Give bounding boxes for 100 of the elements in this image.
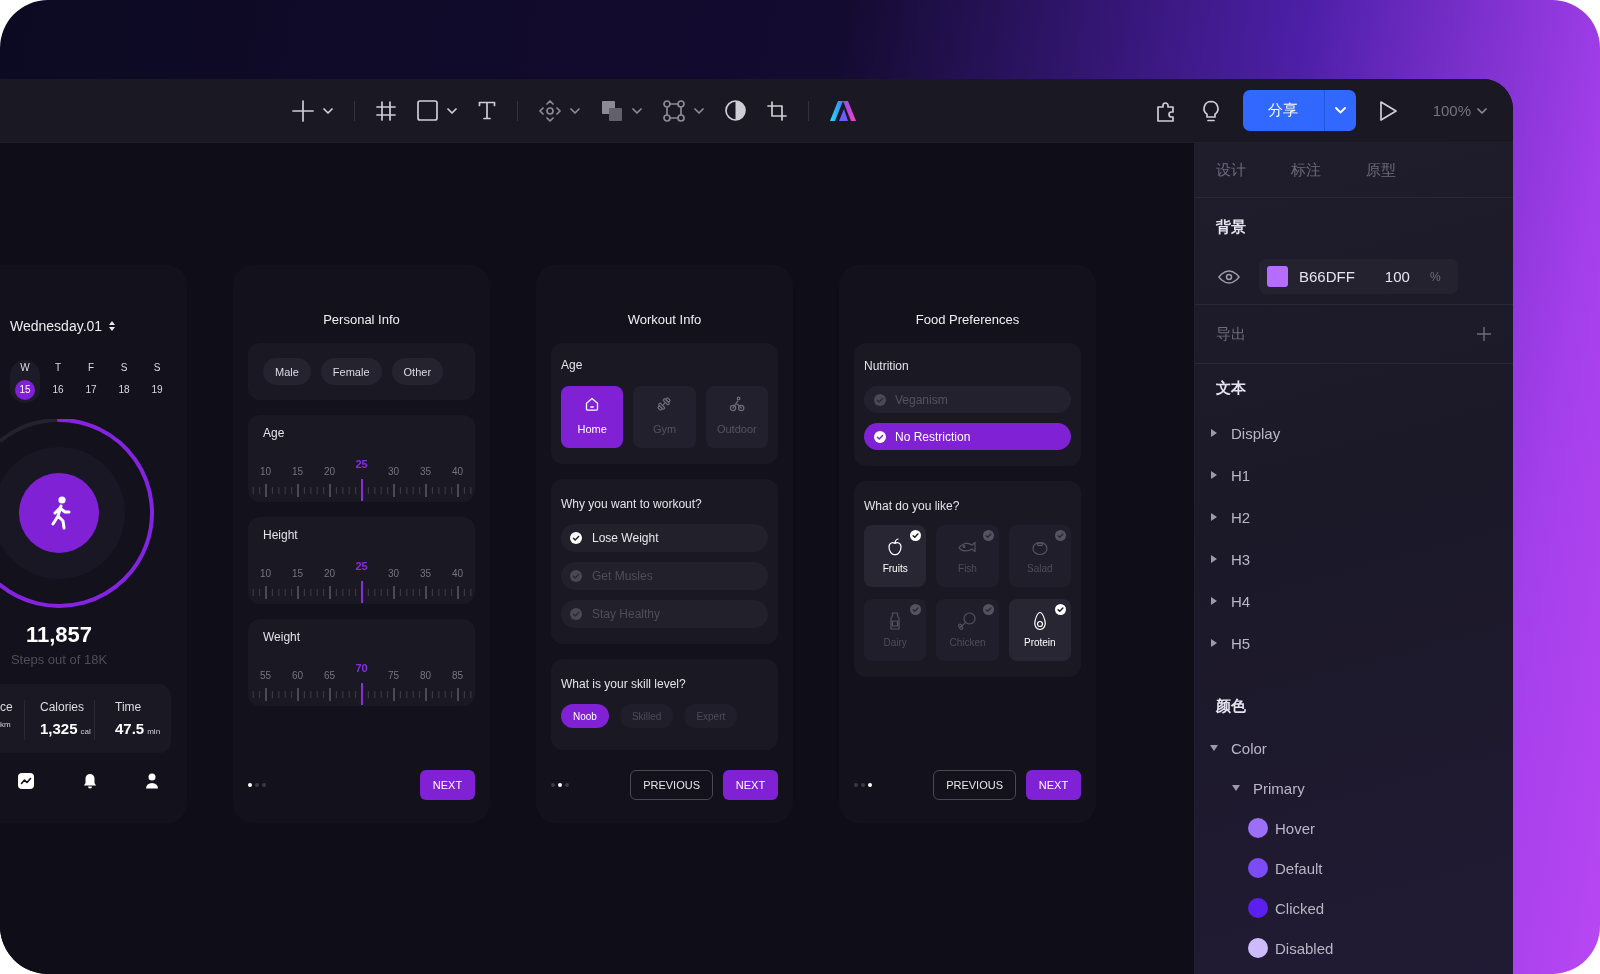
date-number[interactable]: 18 xyxy=(114,380,134,400)
play-icon[interactable] xyxy=(1377,99,1398,122)
share-dropdown-button[interactable] xyxy=(1323,90,1356,131)
lightbulb-icon[interactable] xyxy=(1200,99,1221,122)
selected-day-pill[interactable]: W 15 xyxy=(10,360,40,403)
eye-icon[interactable] xyxy=(1218,269,1240,284)
gender-option[interactable]: Female xyxy=(320,358,382,385)
zoom-dropdown[interactable]: 100% xyxy=(1432,102,1487,119)
tree-item[interactable]: Disabled xyxy=(1195,928,1513,968)
ring-track xyxy=(0,419,59,443)
nutrition-option[interactable]: No Restriction xyxy=(864,423,1071,450)
tree-item[interactable]: H3 xyxy=(1195,538,1513,580)
caret-icon[interactable] xyxy=(323,107,333,114)
ruler-value[interactable]: 35 xyxy=(409,567,442,581)
next-button[interactable]: NEXT xyxy=(723,770,778,800)
goal-option[interactable]: Lose Weight xyxy=(561,524,768,552)
previous-button[interactable]: PREVIOUS xyxy=(630,770,713,800)
caret-down-icon[interactable] xyxy=(1210,745,1218,751)
ruler-value[interactable]: 20 xyxy=(313,567,346,581)
date-number[interactable]: 15 xyxy=(15,380,35,400)
tree-item[interactable]: Color xyxy=(1195,728,1513,768)
caret-icon[interactable] xyxy=(694,107,704,114)
caret-right-icon[interactable] xyxy=(1211,597,1217,605)
next-button[interactable]: NEXT xyxy=(1026,770,1081,800)
ruler-value[interactable]: 35 xyxy=(409,465,442,479)
ruler-value[interactable]: 10 xyxy=(249,567,282,581)
next-button[interactable]: NEXT xyxy=(420,770,475,800)
caret-icon[interactable] xyxy=(570,107,580,114)
ruler-value[interactable]: 70 xyxy=(345,661,378,683)
ruler-value[interactable]: 55 xyxy=(249,669,282,683)
ruler-value[interactable]: 40 xyxy=(441,465,474,479)
ruler-value[interactable]: 15 xyxy=(281,465,314,479)
ruler-value[interactable]: 40 xyxy=(441,567,474,581)
panel-tab[interactable]: 标注 xyxy=(1291,160,1321,180)
tree-item[interactable]: Primary xyxy=(1195,768,1513,808)
date-number[interactable]: 19 xyxy=(147,380,167,400)
person-icon[interactable] xyxy=(146,773,158,789)
caret-right-icon[interactable] xyxy=(1211,639,1217,647)
ruler-value[interactable]: 10 xyxy=(249,465,282,479)
text-tool-icon[interactable] xyxy=(478,101,496,120)
overlapping-squares-icon[interactable] xyxy=(601,99,623,122)
contrast-icon[interactable] xyxy=(725,100,746,121)
stat-unit: min xyxy=(147,727,161,736)
move-icon[interactable] xyxy=(539,99,561,122)
chart-icon[interactable] xyxy=(18,773,34,789)
date-number[interactable]: 17 xyxy=(81,380,101,400)
stat-label: Time xyxy=(115,700,142,714)
check-badge-icon xyxy=(910,530,922,541)
caret-icon[interactable] xyxy=(447,107,457,114)
gender-option[interactable]: Male xyxy=(263,358,311,385)
tree-item[interactable]: H4 xyxy=(1195,580,1513,622)
tree-item[interactable]: Clicked xyxy=(1195,888,1513,928)
tree-item[interactable]: H1 xyxy=(1195,454,1513,496)
ruler-value[interactable]: 25 xyxy=(345,559,378,581)
tree-item[interactable]: H2 xyxy=(1195,496,1513,538)
crop-icon[interactable] xyxy=(767,100,787,121)
ruler-value[interactable]: 20 xyxy=(313,465,346,479)
caret-right-icon[interactable] xyxy=(1211,555,1217,563)
ruler-value[interactable]: 60 xyxy=(281,669,314,683)
place-option[interactable]: Home xyxy=(561,386,624,448)
frame-icon[interactable] xyxy=(376,100,396,121)
caret-right-icon[interactable] xyxy=(1211,471,1217,479)
tree-item[interactable]: H5 xyxy=(1195,622,1513,664)
tree-item[interactable]: Hover xyxy=(1195,808,1513,848)
food-option[interactable]: Fruits xyxy=(864,525,927,587)
value-indicator[interactable] xyxy=(360,581,363,603)
drumstick-icon xyxy=(957,611,978,631)
ruler-value[interactable]: 80 xyxy=(409,669,442,683)
value-indicator[interactable] xyxy=(360,479,363,501)
caret-right-icon[interactable] xyxy=(1211,429,1217,437)
ruler-value[interactable]: 30 xyxy=(377,567,410,581)
date-number[interactable]: 16 xyxy=(48,380,68,400)
food-option[interactable]: Protein xyxy=(1008,599,1071,661)
ruler-value[interactable]: 75 xyxy=(377,669,410,683)
tree-item[interactable]: Default xyxy=(1195,848,1513,888)
rectangle-icon[interactable] xyxy=(417,100,438,121)
ruler-value[interactable]: 65 xyxy=(313,669,346,683)
ruler-value[interactable]: 30 xyxy=(377,465,410,479)
gender-option[interactable]: Other xyxy=(391,358,444,385)
value-indicator[interactable] xyxy=(360,683,363,705)
component-icon[interactable] xyxy=(663,99,685,122)
color-field[interactable]: B66DFF 100 % xyxy=(1259,259,1458,294)
ruler-value[interactable]: 85 xyxy=(441,669,474,683)
bell-icon[interactable] xyxy=(83,773,97,789)
tree-item[interactable]: Display xyxy=(1195,412,1513,454)
share-button[interactable]: 分享 xyxy=(1242,90,1324,131)
caret-right-icon[interactable] xyxy=(1211,513,1217,521)
sort-caret-icon[interactable] xyxy=(109,321,116,331)
check-badge-icon xyxy=(982,530,994,541)
caret-down-icon[interactable] xyxy=(1232,785,1240,791)
logo-icon[interactable] xyxy=(830,100,856,121)
ruler-value[interactable]: 25 xyxy=(345,457,378,479)
skill-option[interactable]: Noob xyxy=(561,704,609,728)
color-swatch-icon[interactable] xyxy=(1267,266,1288,287)
panel-tab[interactable]: 设计 xyxy=(1216,160,1246,180)
previous-button[interactable]: PREVIOUS xyxy=(933,770,1016,800)
panel-tab[interactable]: 原型 xyxy=(1366,160,1396,180)
weekday-label: S xyxy=(153,361,161,375)
caret-icon[interactable] xyxy=(632,107,642,114)
ruler-value[interactable]: 15 xyxy=(281,567,314,581)
